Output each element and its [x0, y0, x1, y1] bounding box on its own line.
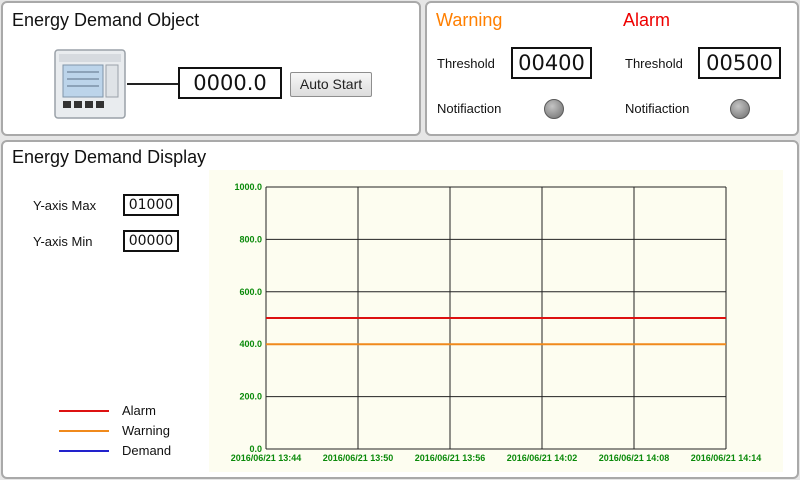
ymax-label: Y-axis Max — [33, 198, 97, 213]
warning-notification-label: Notifiaction — [437, 101, 502, 116]
y-tick-label: 1000.0 — [234, 182, 262, 192]
ymin-field[interactable]: 00000 — [123, 230, 179, 252]
warning-threshold-field[interactable]: 00400 — [511, 47, 592, 79]
x-tick-label: 2016/06/21 14:14 — [691, 453, 762, 463]
warning-threshold-label: Threshold — [437, 56, 495, 71]
alarm-title: Alarm — [623, 10, 671, 30]
y-tick-label: 400.0 — [239, 339, 262, 349]
y-tick-label: 200.0 — [239, 392, 262, 402]
legend-demand-swatch — [59, 450, 109, 452]
demand-value-display: 0000.0 — [178, 67, 282, 99]
object-panel-title: Energy Demand Object — [12, 10, 200, 30]
warning-title: Warning — [436, 10, 503, 30]
x-tick-label: 2016/06/21 14:02 — [507, 453, 578, 463]
alarm-notification-label: Notifiaction — [625, 101, 690, 116]
meter-connector-line — [127, 83, 179, 85]
x-tick-label: 2016/06/21 14:08 — [599, 453, 670, 463]
auto-start-button[interactable]: Auto Start — [290, 72, 372, 97]
x-tick-label: 2016/06/21 13:56 — [415, 453, 486, 463]
demand-chart-area: 1000.0 800.0 600.0 400.0 200.0 0.0 2016/06/21 … — [209, 170, 783, 472]
energy-demand-display-panel: Energy Demand Display Y-axis Max 01000 Y… — [1, 140, 799, 479]
warning-notification-lamp-icon — [544, 99, 564, 119]
alarm-threshold-label: Threshold — [625, 56, 683, 71]
x-tick-label: 2016/06/21 13:44 — [231, 453, 302, 463]
x-tick-label: 2016/06/21 13:50 — [323, 453, 394, 463]
legend-warning-swatch — [59, 430, 109, 432]
alarm-threshold-field[interactable]: 00500 — [698, 47, 781, 79]
legend-demand-label: Demand — [122, 443, 172, 458]
legend-alarm-swatch — [59, 410, 109, 412]
y-tick-label: 600.0 — [239, 287, 262, 297]
y-tick-label: 800.0 — [239, 234, 262, 244]
ymax-field[interactable]: 01000 — [123, 194, 179, 216]
display-panel-title: Energy Demand Display — [12, 147, 207, 167]
alarm-notification-lamp-icon — [730, 99, 750, 119]
threshold-panel: Warning Threshold 00400 Notifiaction Ala… — [425, 1, 799, 136]
legend-warning-label: Warning — [122, 423, 170, 438]
legend-alarm-label: Alarm — [122, 403, 156, 418]
power-meter-icon — [54, 49, 126, 119]
ymin-label: Y-axis Min — [33, 234, 93, 249]
demand-chart: 1000.0800.0600.0400.0200.00.02016/06/21 … — [231, 182, 762, 463]
energy-demand-object-panel: Energy Demand Object 0000.0 Auto Start — [1, 1, 421, 136]
